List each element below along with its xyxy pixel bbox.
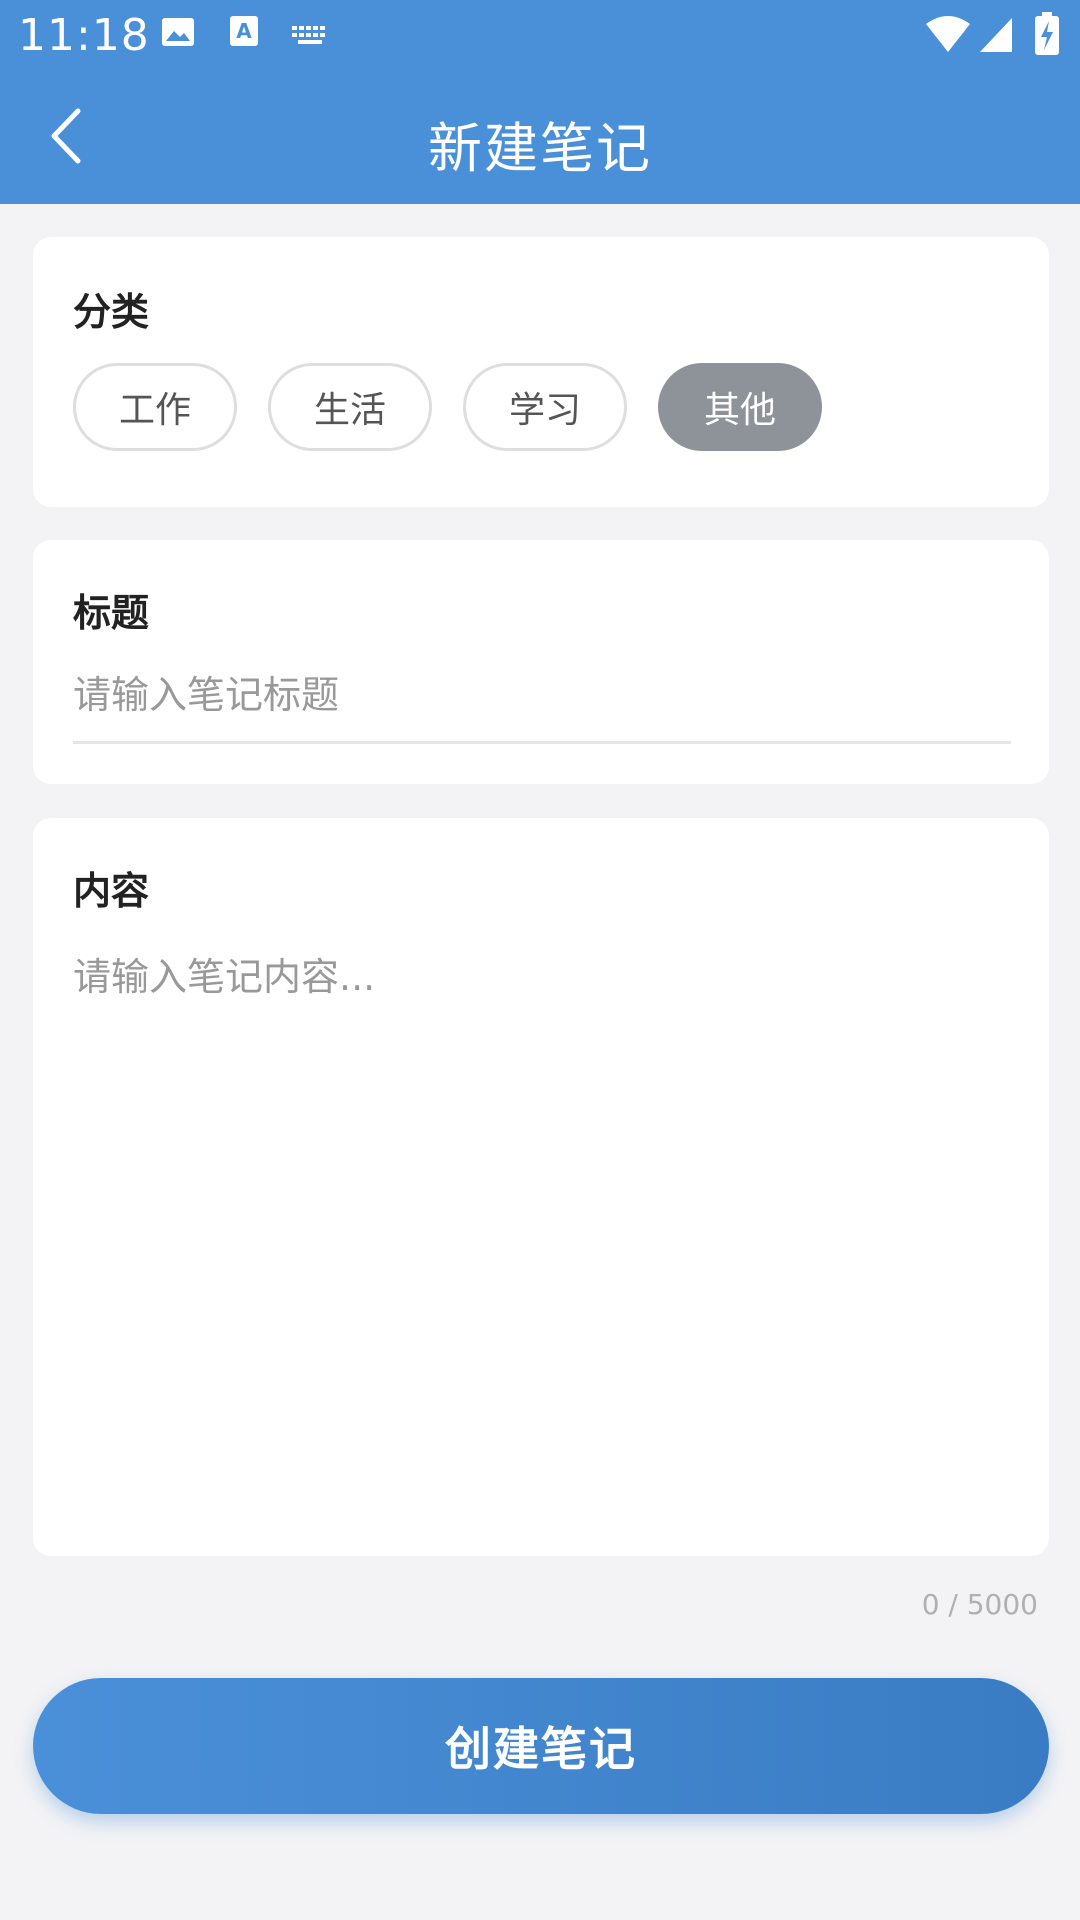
status-time: 11:18 (18, 10, 150, 61)
cell-signal-icon (978, 16, 1014, 58)
wifi-icon (924, 14, 972, 58)
battery-charging-icon (1034, 12, 1060, 60)
app-header: 11:18 A 新建笔记 (0, 0, 1080, 204)
category-label: 分类 (73, 290, 150, 334)
keyboard-icon (290, 24, 330, 52)
svg-text:A: A (236, 19, 252, 43)
title-label: 标题 (73, 591, 150, 635)
content-card: 内容 请输入笔记内容... (33, 818, 1049, 1556)
title-input[interactable]: 请输入笔记标题 (73, 664, 339, 719)
character-counter: 0 / 5000 (921, 1588, 1038, 1621)
title-card: 标题 请输入笔记标题 (33, 540, 1049, 784)
category-chip-other[interactable]: 其他 (658, 363, 822, 451)
category-chip-study[interactable]: 学习 (463, 363, 627, 451)
content-textarea[interactable]: 请输入笔记内容... (73, 946, 1011, 1506)
category-card: 分类 工作 生活 学习 其他 (33, 237, 1049, 507)
status-bar: 11:18 A (0, 0, 1080, 72)
title-input-underline (73, 741, 1011, 744)
page-title: 新建笔记 (428, 117, 652, 180)
category-chip-life[interactable]: 生活 (268, 363, 432, 451)
image-icon (160, 14, 196, 54)
text-a-icon: A (228, 14, 260, 54)
category-chip-work[interactable]: 工作 (73, 363, 237, 451)
content-label: 内容 (73, 869, 150, 913)
create-note-button[interactable]: 创建笔记 (33, 1678, 1049, 1814)
